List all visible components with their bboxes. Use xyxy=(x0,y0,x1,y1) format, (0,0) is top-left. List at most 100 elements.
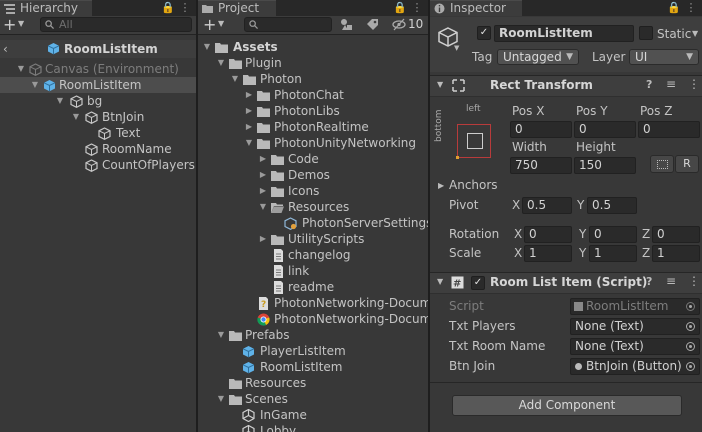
project-item[interactable]: ▼ Scenes xyxy=(198,391,428,407)
project-item[interactable]: PhotonNetworking-Docume xyxy=(198,311,428,327)
project-item[interactable]: ▶ Icons xyxy=(198,183,428,199)
project-item[interactable]: ▶ UtilityScripts xyxy=(198,231,428,247)
hierarchy-item[interactable]: ▼ BtnJoin xyxy=(0,109,196,125)
anchor-presets-button[interactable] xyxy=(456,124,491,159)
hierarchy-item[interactable]: CountOfPlayers xyxy=(0,157,196,173)
lock-icon[interactable]: 🔒 xyxy=(667,1,681,15)
expand-arrow-icon[interactable]: ▼ xyxy=(231,71,239,87)
kebab-menu-icon[interactable]: ⋮ xyxy=(178,1,192,15)
project-item[interactable]: PhotonServerSettings xyxy=(198,215,428,231)
pivot-x-field[interactable]: 0.5 xyxy=(522,197,572,214)
anchors-arrow-icon[interactable]: ▶ xyxy=(438,181,444,190)
layer-dropdown[interactable]: UI ▼ xyxy=(629,49,699,65)
project-item[interactable]: ▼ PhotonUnityNetworking xyxy=(198,135,428,151)
rotation-z-field[interactable]: 0 xyxy=(652,226,700,243)
project-item[interactable]: ▼ Photon xyxy=(198,71,428,87)
txt-room-name-field[interactable]: None (Text) xyxy=(570,338,700,355)
component-enabled-checkbox[interactable]: ✓ xyxy=(471,276,485,290)
rotation-x-field[interactable]: 0 xyxy=(524,226,572,243)
collapse-arrow-icon[interactable]: ▶ xyxy=(259,231,267,247)
expand-arrow-icon[interactable]: ▼ xyxy=(17,61,25,77)
hierarchy-search-input[interactable]: All xyxy=(40,17,192,32)
expand-arrow-icon[interactable]: ▼ xyxy=(31,77,39,93)
project-item[interactable]: link xyxy=(198,263,428,279)
pivot-y-field[interactable]: 0.5 xyxy=(587,197,637,214)
hierarchy-item[interactable]: ▼ RoomListItem xyxy=(0,77,196,93)
project-item[interactable]: changelog xyxy=(198,247,428,263)
tab-project[interactable]: Project xyxy=(198,0,276,16)
scene-header[interactable]: ‹ RoomListItem xyxy=(0,40,196,58)
project-item[interactable]: ▶ PhotonLibs xyxy=(198,103,428,119)
chevron-down-icon[interactable]: ▼ xyxy=(454,44,459,52)
project-item[interactable]: ▶ PhotonChat xyxy=(198,87,428,103)
preset-sliders-icon[interactable]: ≡ xyxy=(666,274,676,288)
active-checkbox[interactable]: ✓ xyxy=(477,26,491,40)
expand-arrow-icon[interactable]: ▼ xyxy=(217,391,225,407)
script-component-header[interactable]: ▼ # ✓ Room List Item (Script) ? ≡ ⋮ xyxy=(430,272,702,294)
help-icon[interactable]: ? xyxy=(646,78,652,91)
panel-divider[interactable] xyxy=(196,0,198,432)
chevron-down-icon[interactable]: ▼ xyxy=(692,29,698,38)
static-checkbox[interactable] xyxy=(639,26,653,40)
expand-arrow-icon[interactable]: ▼ xyxy=(437,80,443,89)
kebab-menu-icon[interactable]: ⋮ xyxy=(688,274,700,288)
posx-field[interactable]: 0 xyxy=(510,121,572,138)
collapse-arrow-icon[interactable]: ▶ xyxy=(259,151,267,167)
collapse-arrow-icon[interactable]: ▶ xyxy=(245,87,253,103)
rotation-y-field[interactable]: 0 xyxy=(589,226,637,243)
kebab-menu-icon[interactable]: ⋮ xyxy=(684,1,698,15)
scale-y-field[interactable]: 1 xyxy=(589,245,637,262)
txt-players-field[interactable]: None (Text) xyxy=(570,318,700,335)
tag-dropdown[interactable]: Untagged ▼ xyxy=(497,49,579,65)
object-picker-icon[interactable] xyxy=(686,322,695,331)
anchors-label[interactable]: Anchors xyxy=(449,177,498,193)
expand-arrow-icon[interactable]: ▼ xyxy=(217,55,225,71)
project-item[interactable]: ? PhotonNetworking-Docume xyxy=(198,295,428,311)
panel-divider[interactable] xyxy=(428,0,430,432)
chevron-down-icon[interactable]: ▼ xyxy=(18,19,24,28)
project-item[interactable]: ▶ Code xyxy=(198,151,428,167)
rect-transform-header[interactable]: ▼ Rect Transform ? ≡ ⋮ xyxy=(430,75,702,97)
collapse-arrow-icon[interactable]: ▶ xyxy=(259,167,267,183)
hierarchy-item[interactable]: ▼ bg xyxy=(0,93,196,109)
project-add-button[interactable]: + xyxy=(203,15,216,34)
scale-x-field[interactable]: 1 xyxy=(524,245,572,262)
blueprint-mode-button[interactable] xyxy=(650,155,674,173)
raw-edit-button[interactable]: R xyxy=(675,155,699,173)
posy-field[interactable]: 0 xyxy=(574,121,636,138)
collapse-arrow-icon[interactable]: ▶ xyxy=(245,119,253,135)
object-picker-icon[interactable] xyxy=(686,362,695,371)
height-field[interactable]: 150 xyxy=(574,157,636,174)
label-tag-icon[interactable] xyxy=(366,18,379,31)
expand-arrow-icon[interactable]: ▼ xyxy=(259,199,267,215)
expand-arrow-icon[interactable]: ▼ xyxy=(56,93,64,109)
posz-field[interactable]: 0 xyxy=(638,121,700,138)
project-item[interactable]: ▶ Demos xyxy=(198,167,428,183)
lock-icon[interactable]: 🔒 xyxy=(161,1,175,15)
collapse-arrow-icon[interactable]: ▶ xyxy=(259,183,267,199)
project-item[interactable]: ▼ Resources xyxy=(198,199,428,215)
lock-icon[interactable]: 🔒 xyxy=(393,1,407,15)
project-item[interactable]: readme xyxy=(198,279,428,295)
back-chevron-icon[interactable]: ‹ xyxy=(3,40,8,58)
expand-arrow-icon[interactable]: ▼ xyxy=(217,327,225,343)
hierarchy-item[interactable]: RoomName xyxy=(0,141,196,157)
preset-sliders-icon[interactable]: ≡ xyxy=(666,77,676,91)
hierarchy-add-button[interactable]: + xyxy=(3,15,16,34)
project-search-input[interactable] xyxy=(244,17,332,32)
expand-arrow-icon[interactable]: ▼ xyxy=(203,39,211,55)
project-item[interactable]: PlayerListItem xyxy=(198,343,428,359)
project-item[interactable]: ▶ PhotonRealtime xyxy=(198,119,428,135)
tab-inspector[interactable]: Inspector xyxy=(430,0,522,16)
object-picker-icon[interactable] xyxy=(686,342,695,351)
kebab-menu-icon[interactable]: ⋮ xyxy=(410,1,424,15)
project-item[interactable]: ▼ Assets xyxy=(198,39,428,55)
hierarchy-item[interactable]: Text xyxy=(0,125,196,141)
search-by-type-icon[interactable] xyxy=(340,18,353,31)
object-name-field[interactable]: RoomListItem xyxy=(494,25,634,42)
collapse-arrow-icon[interactable]: ▶ xyxy=(245,103,253,119)
project-item[interactable]: Resources xyxy=(198,375,428,391)
help-icon[interactable]: ? xyxy=(646,275,652,288)
hierarchy-item[interactable]: ▼ Canvas (Environment) xyxy=(0,61,196,77)
chevron-down-icon[interactable]: ▼ xyxy=(218,19,224,28)
